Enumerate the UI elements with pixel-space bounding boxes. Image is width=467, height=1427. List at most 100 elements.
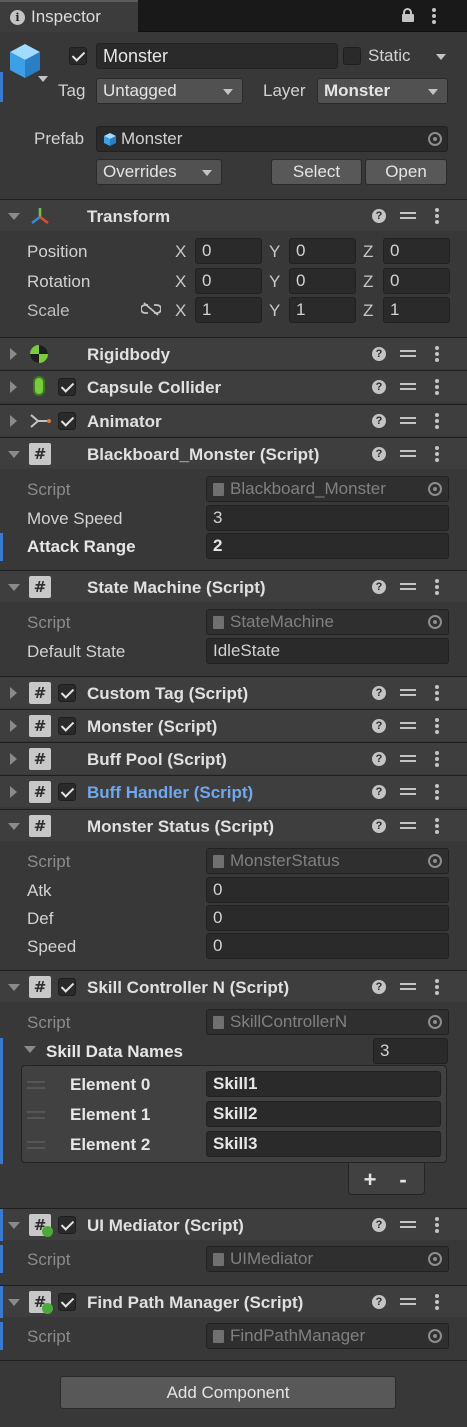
default-state-field[interactable]: IdleState bbox=[206, 638, 449, 664]
animator-header[interactable]: Animator ? bbox=[0, 404, 467, 436]
object-name-field[interactable]: Monster bbox=[96, 43, 338, 69]
monster-status-header[interactable]: # Monster Status (Script) ? bbox=[0, 809, 467, 841]
rotation-x-label[interactable]: X bbox=[175, 272, 186, 292]
component-menu-icon[interactable] bbox=[435, 818, 439, 834]
monster-enabled-checkbox[interactable] bbox=[58, 717, 76, 735]
drag-handle-icon[interactable] bbox=[27, 1081, 45, 1089]
find-path-header[interactable]: # Find Path Manager (Script) ? bbox=[0, 1285, 467, 1318]
icon-dropdown-arrow[interactable] bbox=[38, 76, 48, 82]
tag-dropdown[interactable]: Untagged bbox=[96, 78, 243, 104]
preset-icon[interactable] bbox=[400, 413, 416, 427]
element-2-field[interactable]: Skill3 bbox=[206, 1131, 441, 1157]
scale-y-field[interactable]: 1 bbox=[289, 297, 356, 323]
component-menu-icon[interactable] bbox=[435, 579, 439, 595]
scale-z-field[interactable]: 1 bbox=[383, 297, 450, 323]
position-z-field[interactable]: 0 bbox=[383, 238, 450, 264]
buff-pool-header[interactable]: # Buff Pool (Script) ? bbox=[0, 742, 467, 774]
animator-foldout[interactable] bbox=[10, 415, 17, 427]
move-speed-field[interactable]: 3 bbox=[206, 505, 449, 531]
component-menu-icon[interactable] bbox=[435, 979, 439, 995]
def-field[interactable]: 0 bbox=[206, 905, 449, 931]
scale-link-icon[interactable] bbox=[141, 302, 161, 316]
component-menu-icon[interactable] bbox=[435, 413, 439, 429]
transform-header[interactable]: Transform ? bbox=[0, 199, 467, 231]
help-icon[interactable]: ? bbox=[372, 819, 386, 833]
attack-range-field[interactable]: 2 bbox=[206, 533, 449, 559]
prefab-picker-icon[interactable] bbox=[428, 132, 442, 146]
component-menu-icon[interactable] bbox=[435, 718, 439, 734]
component-menu-icon[interactable] bbox=[435, 446, 439, 462]
rigidbody-header[interactable]: Rigidbody ? bbox=[0, 337, 467, 369]
preset-icon[interactable] bbox=[400, 718, 416, 732]
state-machine-foldout[interactable] bbox=[8, 584, 20, 591]
preset-icon[interactable] bbox=[400, 818, 416, 832]
buff-handler-enabled-checkbox[interactable] bbox=[58, 783, 76, 801]
select-button[interactable]: Select bbox=[271, 159, 362, 185]
rotation-x-field[interactable]: 0 bbox=[195, 268, 262, 294]
component-menu-icon[interactable] bbox=[435, 751, 439, 767]
help-icon[interactable]: ? bbox=[372, 580, 386, 594]
add-component-button[interactable]: Add Component bbox=[60, 1376, 396, 1409]
preset-icon[interactable] bbox=[400, 346, 416, 360]
buff-handler-header[interactable]: # Buff Handler (Script) ? bbox=[0, 775, 467, 807]
rotation-y-label[interactable]: Y bbox=[269, 272, 280, 292]
prefab-field[interactable]: Monster bbox=[96, 126, 448, 152]
help-icon[interactable]: ? bbox=[372, 980, 386, 994]
monster-status-foldout[interactable] bbox=[8, 823, 20, 830]
monster-foldout[interactable] bbox=[10, 720, 17, 732]
help-icon[interactable]: ? bbox=[372, 209, 386, 223]
skill-list-size-field[interactable]: 3 bbox=[373, 1038, 448, 1064]
static-dropdown-arrow[interactable] bbox=[436, 54, 446, 60]
preset-icon[interactable] bbox=[400, 1217, 416, 1231]
transform-foldout[interactable] bbox=[8, 213, 20, 220]
component-menu-icon[interactable] bbox=[435, 1217, 439, 1233]
state-machine-header[interactable]: # State Machine (Script) ? bbox=[0, 570, 467, 602]
skill-controller-header[interactable]: # Skill Controller N (Script) ? bbox=[0, 970, 467, 1002]
speed-field[interactable]: 0 bbox=[206, 933, 449, 959]
help-icon[interactable]: ? bbox=[372, 1295, 386, 1309]
scale-x-field[interactable]: 1 bbox=[195, 297, 262, 323]
position-x-field[interactable]: 0 bbox=[195, 238, 262, 264]
preset-icon[interactable] bbox=[400, 379, 416, 393]
help-icon[interactable]: ? bbox=[372, 447, 386, 461]
blackboard-foldout[interactable] bbox=[8, 451, 20, 458]
custom-tag-foldout[interactable] bbox=[10, 687, 17, 699]
position-z-label[interactable]: Z bbox=[363, 242, 373, 262]
atk-field[interactable]: 0 bbox=[206, 877, 449, 903]
preset-icon[interactable] bbox=[400, 1294, 416, 1308]
element-1-field[interactable]: Skill2 bbox=[206, 1101, 441, 1127]
rotation-z-field[interactable]: 0 bbox=[383, 268, 450, 294]
lock-icon[interactable] bbox=[402, 8, 414, 22]
preset-icon[interactable] bbox=[400, 685, 416, 699]
drag-handle-icon[interactable] bbox=[27, 1111, 45, 1119]
position-x-label[interactable]: X bbox=[175, 242, 186, 262]
tab-menu-icon[interactable] bbox=[432, 8, 436, 24]
skill-controller-enabled-checkbox[interactable] bbox=[58, 978, 76, 996]
custom-tag-enabled-checkbox[interactable] bbox=[58, 684, 76, 702]
help-icon[interactable]: ? bbox=[372, 347, 386, 361]
blackboard-header[interactable]: # Blackboard_Monster (Script) ? bbox=[0, 437, 467, 469]
component-menu-icon[interactable] bbox=[435, 1294, 439, 1310]
preset-icon[interactable] bbox=[400, 751, 416, 765]
help-icon[interactable]: ? bbox=[372, 1218, 386, 1232]
capsule-collider-header[interactable]: Capsule Collider ? bbox=[0, 370, 467, 402]
help-icon[interactable]: ? bbox=[372, 752, 386, 766]
monster-script-header[interactable]: # Monster (Script) ? bbox=[0, 709, 467, 741]
component-menu-icon[interactable] bbox=[435, 784, 439, 800]
find-path-enabled-checkbox[interactable] bbox=[58, 1293, 76, 1311]
position-y-label[interactable]: Y bbox=[269, 242, 280, 262]
scale-z-label[interactable]: Z bbox=[363, 301, 373, 321]
buff-pool-foldout[interactable] bbox=[10, 753, 17, 765]
add-element-button[interactable]: + bbox=[360, 1167, 380, 1193]
skill-controller-foldout[interactable] bbox=[8, 984, 20, 991]
animator-enabled-checkbox[interactable] bbox=[58, 412, 76, 430]
ui-mediator-header[interactable]: # UI Mediator (Script) ? bbox=[0, 1208, 467, 1241]
preset-icon[interactable] bbox=[400, 208, 416, 222]
capsule-enabled-checkbox[interactable] bbox=[58, 378, 76, 396]
drag-handle-icon[interactable] bbox=[27, 1141, 45, 1149]
ui-mediator-enabled-checkbox[interactable] bbox=[58, 1216, 76, 1234]
preset-icon[interactable] bbox=[400, 784, 416, 798]
layer-dropdown[interactable]: Monster bbox=[317, 78, 448, 104]
preset-icon[interactable] bbox=[400, 579, 416, 593]
component-menu-icon[interactable] bbox=[435, 379, 439, 395]
